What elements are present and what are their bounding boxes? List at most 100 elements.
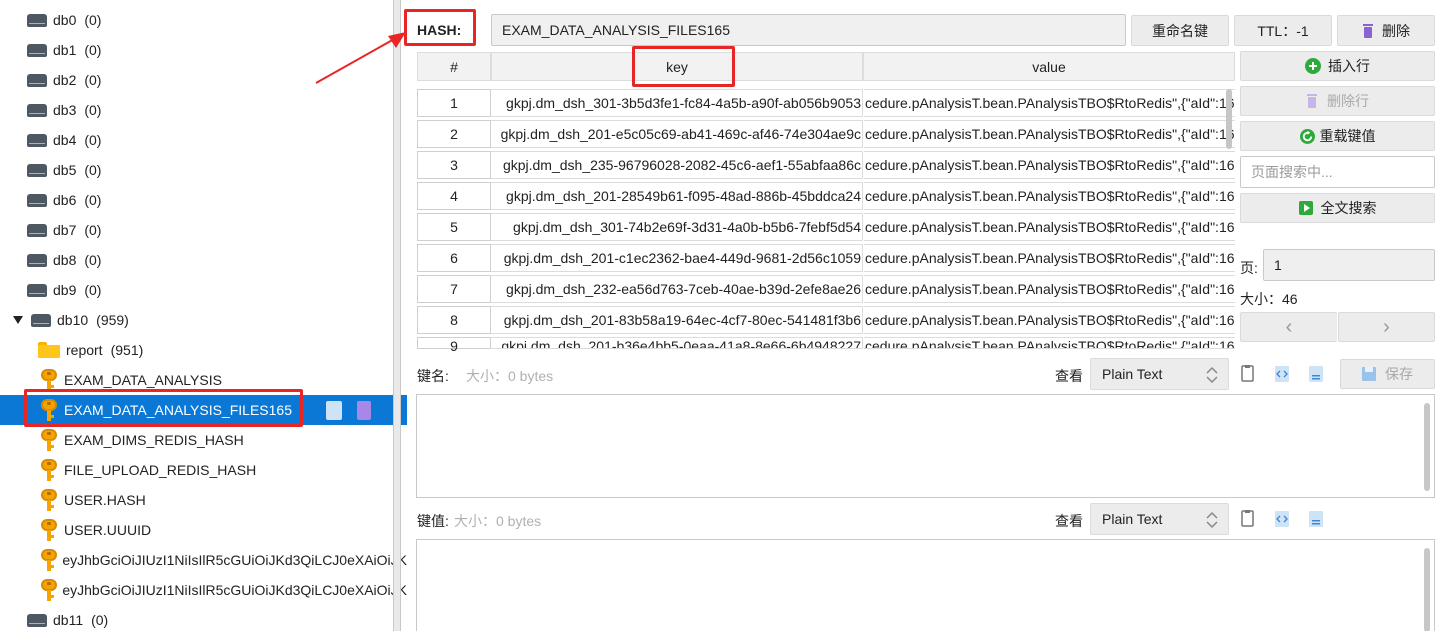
row-key-cell[interactable]: gkpj.dm_dsh_201-28549b61-f095-48ad-886b-…	[491, 182, 863, 210]
copy-link-icon[interactable]	[326, 401, 342, 420]
row-value-cell[interactable]: cedure.pAnalysisT.bean.PAnalysisTBO$RtoR…	[864, 244, 1235, 272]
row-key-cell[interactable]: gkpj.dm_dsh_201-e5c05c69-ab41-469c-af46-…	[491, 120, 863, 148]
chevron-updown-icon	[1206, 511, 1218, 529]
tree-key-item[interactable]: USER.HASH	[0, 485, 407, 515]
insert-row-button[interactable]: 插入行	[1240, 51, 1435, 81]
field-format-select[interactable]: Plain Text	[1090, 358, 1229, 390]
row-key-text: gkpj.dm_dsh_232-ea56d763-7ceb-40ae-b39d-…	[506, 281, 861, 297]
delete-key-button[interactable]: 删除	[1337, 15, 1435, 46]
row-key-cell[interactable]: gkpj.dm_dsh_201-c1ec2362-bae4-449d-9681-…	[491, 244, 863, 272]
code-icon[interactable]	[1274, 510, 1290, 528]
tree-key-item[interactable]: FILE_UPLOAD_REDIS_HASH	[0, 455, 407, 485]
db-key-count: (0)	[84, 162, 102, 178]
reload-icon	[1299, 128, 1315, 144]
prev-page-button[interactable]: ‹	[1240, 312, 1337, 342]
tree-key-item[interactable]: USER.UUUID	[0, 515, 407, 545]
folder-icon	[38, 342, 60, 358]
row-key-cell[interactable]: gkpj.dm_dsh_301-74b2e69f-3d31-4a0b-b5b6-…	[491, 213, 863, 241]
tree-item-db7[interactable]: db7 (0)	[0, 215, 407, 245]
row-value-cell[interactable]: cedure.pAnalysisT.bean.PAnalysisTBO$RtoR…	[864, 89, 1235, 117]
tree-item-db4[interactable]: db4 (0)	[0, 125, 407, 155]
db-name: db5	[53, 162, 77, 178]
editor-scrollbar[interactable]	[1424, 403, 1430, 491]
row-key-cell[interactable]: gkpj.dm_dsh_235-96796028-2082-45c6-aef1-…	[491, 151, 863, 179]
database-icon	[27, 103, 47, 117]
row-key-cell[interactable]: gkpj.dm_dsh_301-3b5d3fe1-fc84-4a5b-a90f-…	[491, 89, 863, 117]
row-key-cell[interactable]: gkpj.dm_dsh_232-ea56d763-7ceb-40ae-b39d-…	[491, 275, 863, 303]
db-name: db0	[53, 12, 77, 28]
tree-folder-report[interactable]: report (951)	[0, 335, 407, 365]
row-key-text: gkpj.dm_dsh_235-96796028-2082-45c6-aef1-…	[502, 157, 861, 173]
tree-key-item[interactable]: EXAM_DATA_ANALYSIS	[0, 365, 407, 395]
copy-icon[interactable]	[1240, 365, 1256, 383]
row-index[interactable]: 9	[417, 337, 491, 354]
row-index[interactable]: 5	[417, 213, 491, 241]
table-scrollbar[interactable]	[1226, 89, 1232, 149]
row-index[interactable]: 6	[417, 244, 491, 272]
document-icon[interactable]	[1308, 510, 1324, 528]
tree-key-selected[interactable]: EXAM_DATA_ANALYSIS_FILES165	[0, 395, 407, 425]
page-search-input[interactable]: 页面搜索中...	[1240, 156, 1435, 188]
field-value-editor[interactable]	[416, 539, 1435, 631]
row-value-cell[interactable]: cedure.pAnalysisT.bean.PAnalysisTBO$RtoR…	[864, 120, 1235, 148]
row-index[interactable]: 3	[417, 151, 491, 179]
key-type-label: HASH:	[417, 22, 462, 38]
tree-key-item[interactable]: EXAM_DIMS_REDIS_HASH	[0, 425, 407, 455]
tree-item-db8[interactable]: db8 (0)	[0, 245, 407, 275]
row-value-cell[interactable]: cedure.pAnalysisT.bean.PAnalysisTBO$RtoR…	[864, 306, 1235, 334]
row-value-cell[interactable]: cedure.pAnalysisT.bean.PAnalysisTBO$RtoR…	[864, 275, 1235, 303]
key-tree: db0 (0) db1 (0) db2 (0) db3 (0) db4 (0) db5 (0) db6 (…	[0, 0, 407, 631]
copy-icon[interactable]	[1240, 510, 1256, 528]
value-format-select[interactable]: Plain Text	[1090, 503, 1229, 535]
row-value-cell[interactable]: cedure.pAnalysisT.bean.PAnalysisTBO$RtoR…	[864, 213, 1235, 241]
db-key-count: (0)	[84, 102, 102, 118]
row-value-cell[interactable]: cedure.pAnalysisT.bean.PAnalysisTBO$RtoR…	[864, 182, 1235, 210]
database-icon	[27, 193, 47, 207]
row-index[interactable]: 7	[417, 275, 491, 303]
field-name-editor[interactable]	[416, 394, 1435, 498]
expand-arrow-icon[interactable]	[13, 316, 23, 324]
column-header-key[interactable]: key	[491, 52, 863, 81]
row-index[interactable]: 2	[417, 120, 491, 148]
editor-scrollbar[interactable]	[1424, 548, 1430, 631]
row-index[interactable]: 8	[417, 306, 491, 334]
document-icon[interactable]	[1308, 365, 1324, 383]
rename-key-button[interactable]: 重命名键	[1131, 15, 1229, 46]
fulltext-search-button[interactable]: 全文搜索	[1240, 193, 1435, 223]
db-key-count: (0)	[84, 282, 102, 298]
page-number-input[interactable]: 1	[1263, 249, 1435, 281]
row-key-cell[interactable]: gkpj.dm_dsh_201-83b58a19-64ec-4cf7-80ec-…	[491, 306, 863, 334]
folder-key-count: (951)	[110, 342, 144, 358]
reload-value-button[interactable]: 重载键值	[1240, 121, 1435, 151]
tree-item-db9[interactable]: db9 (0)	[0, 275, 407, 305]
row-index[interactable]: 4	[417, 182, 491, 210]
next-page-button[interactable]: ›	[1338, 312, 1435, 342]
tree-key-item[interactable]: eyJhbGciOiJIUzI1NiIsIlR5cGUiOiJKd3QiLCJ0…	[0, 575, 407, 605]
delete-row-button[interactable]: 删除行	[1240, 86, 1435, 116]
row-key-cell[interactable]: gkpj.dm_dsh_201-b36e4bb5-0eaa-41a8-8e66-…	[491, 337, 863, 349]
key-name: EXAM_DATA_ANALYSIS_FILES165	[64, 402, 292, 418]
save-button[interactable]: 保存	[1340, 359, 1435, 389]
code-icon[interactable]	[1274, 365, 1290, 383]
tree-item-db10[interactable]: db10 (959)	[0, 305, 407, 335]
row-key-text: gkpj.dm_dsh_201-b36e4bb5-0eaa-41a8-8e66-…	[501, 338, 861, 349]
row-value-cell[interactable]: cedure.pAnalysisT.bean.PAnalysisTBO$RtoR…	[864, 151, 1235, 179]
key-icon	[40, 489, 58, 511]
tree-item-db5[interactable]: db5 (0)	[0, 155, 407, 185]
save-label: 保存	[1385, 366, 1413, 382]
key-name: USER.UUUID	[64, 522, 152, 538]
fulltext-search-label: 全文搜索	[1320, 200, 1377, 216]
tree-item-db6[interactable]: db6 (0)	[0, 185, 407, 215]
tree-key-item[interactable]: eyJhbGciOiJIUzI1NiIsIlR5cGUiOiJKd3QiLCJ0…	[0, 545, 407, 575]
panel-splitter[interactable]	[393, 0, 401, 631]
key-name-field[interactable]: EXAM_DATA_ANALYSIS_FILES165	[491, 14, 1126, 46]
row-value-cell[interactable]: cedure.pAnalysisT.bean.PAnalysisTBO$RtoR…	[864, 337, 1235, 349]
ttl-button[interactable]: TTL：-1	[1234, 15, 1332, 46]
row-index[interactable]: 1	[417, 89, 491, 117]
column-header-value[interactable]: value	[863, 52, 1235, 81]
column-header-index[interactable]: #	[417, 52, 491, 81]
tree-item-db3[interactable]: db3 (0)	[0, 95, 407, 125]
tree-item-db11[interactable]: db11 (0)	[0, 605, 407, 631]
reload-value-label: 重载键值	[1319, 128, 1376, 144]
trash-icon[interactable]	[357, 401, 371, 420]
